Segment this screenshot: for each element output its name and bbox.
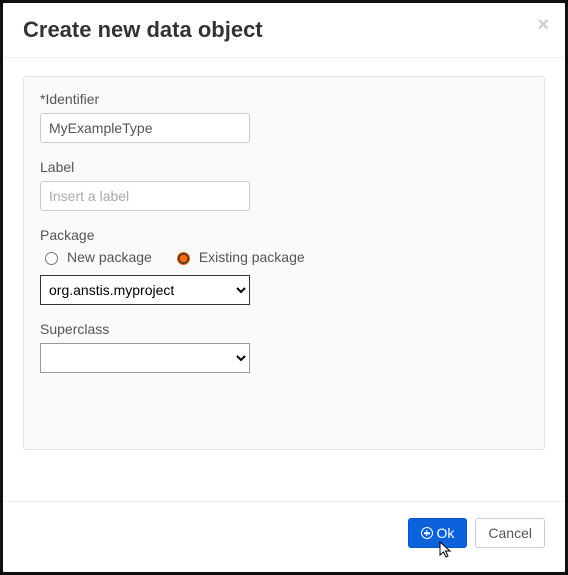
- identifier-input[interactable]: [40, 113, 250, 143]
- label-field-block: Label: [40, 159, 528, 211]
- label-input[interactable]: [40, 181, 250, 211]
- package-field-block: Package New package Existing package org…: [40, 227, 528, 305]
- cancel-button-label: Cancel: [488, 525, 532, 541]
- modal-dialog: Create new data object × *Identifier Lab…: [0, 0, 568, 575]
- plus-circle-icon: [421, 527, 433, 539]
- modal-body: *Identifier Label Package New package Ex…: [3, 58, 565, 460]
- radio-existing-package-input[interactable]: [177, 252, 190, 265]
- superclass-select[interactable]: [40, 343, 250, 373]
- radio-new-package-input[interactable]: [45, 252, 58, 265]
- form-panel: *Identifier Label Package New package Ex…: [23, 76, 545, 450]
- identifier-label: *Identifier: [40, 91, 528, 107]
- identifier-field-block: *Identifier: [40, 91, 528, 143]
- radio-new-package-label: New package: [67, 249, 152, 265]
- superclass-field-block: Superclass: [40, 321, 528, 373]
- modal-footer: Ok Cancel: [3, 501, 565, 572]
- radio-new-package[interactable]: New package: [40, 249, 152, 265]
- package-radio-group: New package Existing package: [40, 249, 528, 265]
- label-label: Label: [40, 159, 528, 175]
- superclass-label: Superclass: [40, 321, 528, 337]
- modal-title: Create new data object: [23, 17, 545, 43]
- modal-header: Create new data object ×: [3, 3, 565, 58]
- package-label: Package: [40, 227, 528, 243]
- radio-existing-package-label: Existing package: [199, 249, 305, 265]
- ok-button-label: Ok: [437, 525, 455, 541]
- cancel-button[interactable]: Cancel: [475, 518, 545, 548]
- ok-button[interactable]: Ok: [408, 518, 468, 548]
- radio-existing-package[interactable]: Existing package: [172, 249, 305, 265]
- package-select[interactable]: org.anstis.myproject: [40, 275, 250, 305]
- close-icon[interactable]: ×: [537, 15, 549, 35]
